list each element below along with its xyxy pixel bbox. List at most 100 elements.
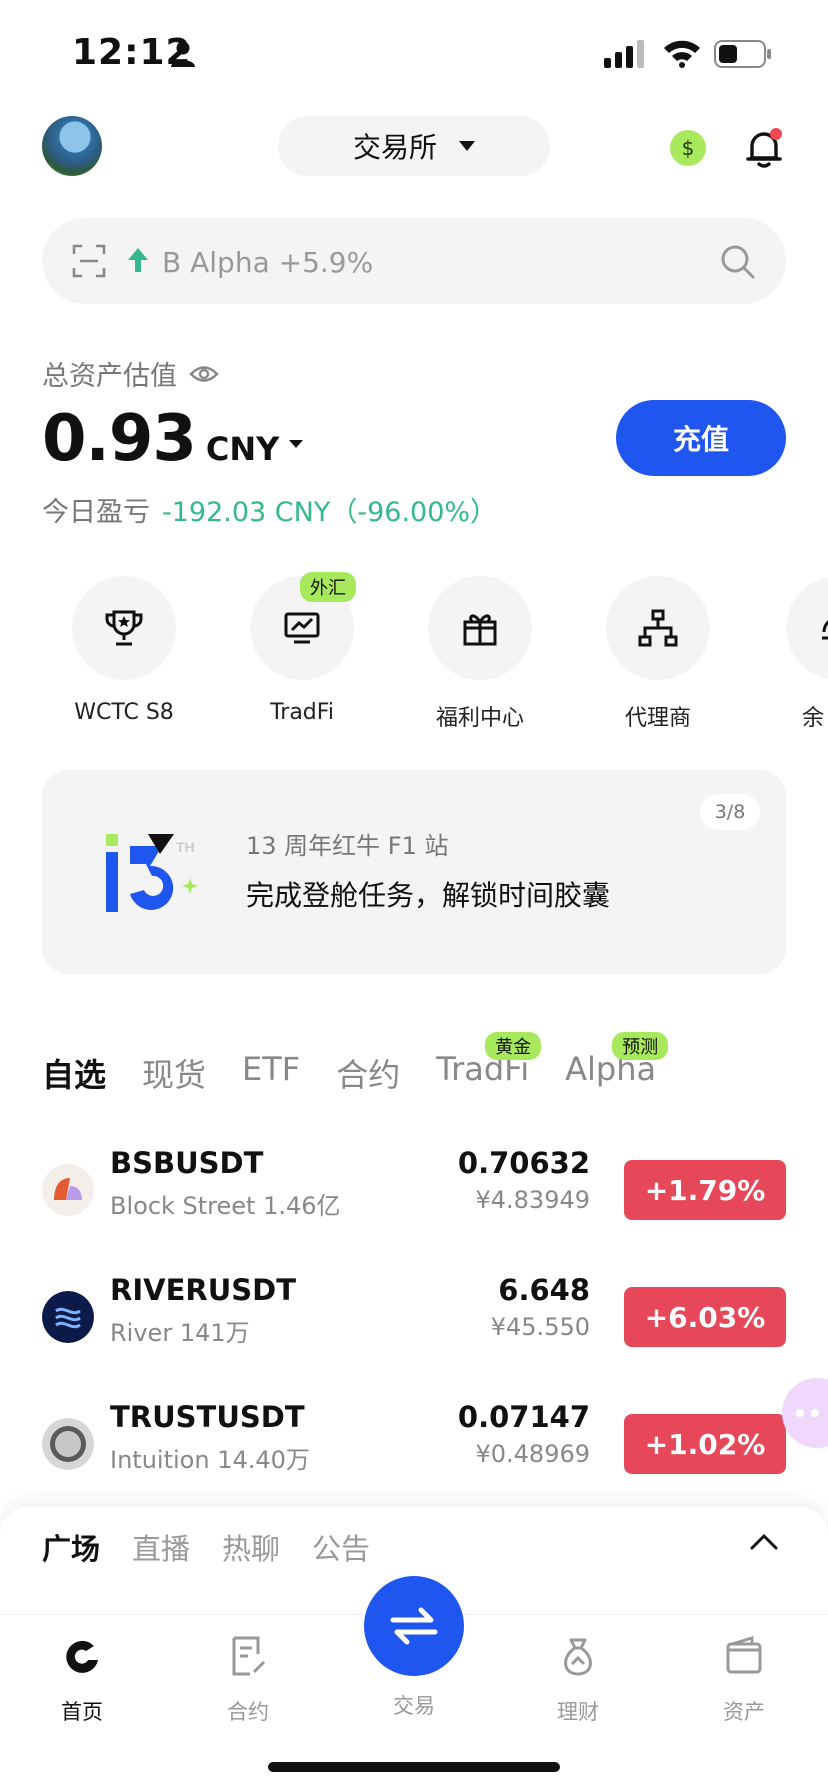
coin-name: Block Street — [110, 1192, 256, 1220]
home-indicator — [268, 1762, 560, 1772]
fiat-price: ¥4.83949 — [475, 1186, 590, 1214]
river-coin-icon — [42, 1291, 94, 1343]
fiat-price: ¥45.550 — [490, 1313, 590, 1341]
tab-square[interactable]: 广场 — [42, 1526, 100, 1568]
person-icon — [171, 41, 195, 67]
today-pnl: 今日盈亏 -192.03 CNY（-96.00%） — [42, 490, 497, 529]
nav-home[interactable]: 首页 — [22, 1634, 142, 1726]
banner-pager: 3/8 — [700, 794, 760, 830]
nav-finance[interactable]: 理财 — [518, 1634, 638, 1726]
cellular-signal-icon — [604, 40, 644, 68]
chevron-down-icon — [459, 141, 475, 151]
bsb-coin-icon — [42, 1164, 94, 1216]
exchange-label: 交易所 — [352, 131, 437, 164]
chat-bubble-icon[interactable] — [782, 1378, 828, 1448]
dollar-icon[interactable]: $ — [670, 130, 706, 166]
tab-etf[interactable]: ETF — [242, 1050, 300, 1096]
assets-label-text: 总资产估值 — [42, 361, 177, 392]
pair-sub: River 141万 — [110, 1313, 250, 1348]
last-price: 0.07147 — [457, 1400, 590, 1434]
tab-favorites[interactable]: 自选 — [42, 1050, 106, 1096]
deposit-button[interactable]: 充值 — [616, 400, 786, 476]
coin-volume: 1.46亿 — [263, 1192, 341, 1220]
trend-up-icon — [128, 248, 148, 272]
shortcut-label: WCTC S8 — [74, 700, 174, 725]
search-bar[interactable] — [42, 218, 786, 304]
nav-contract[interactable]: 合约 — [188, 1634, 308, 1726]
market-tabs: 自选 现货 ETF 合约 TradFi 黄金 Alpha 预测 — [42, 1032, 669, 1096]
coin-volume: 141万 — [179, 1319, 250, 1347]
trophy-icon — [105, 610, 143, 646]
shortcut-label: 代理商 — [624, 706, 691, 731]
exchange-switch[interactable]: 交易所 — [278, 116, 550, 176]
nav-assets[interactable]: 资产 — [684, 1634, 804, 1726]
nav-trade-label-wrap[interactable]: 交易 — [354, 1690, 474, 1720]
contract-icon — [232, 1636, 266, 1676]
tab-hot-chat[interactable]: 热聊 — [222, 1526, 280, 1568]
shortcut-partial[interactable]: 余 — [766, 576, 828, 732]
pair-symbol: BSBUSDT — [110, 1146, 264, 1180]
shortcut-tradfi[interactable]: 外汇 TradFi — [232, 572, 372, 725]
swap-icon — [390, 1607, 438, 1645]
last-price: 6.648 — [498, 1273, 590, 1307]
tab-badge-gold: 黄金 — [485, 1032, 542, 1060]
scan-icon[interactable] — [72, 244, 106, 278]
feed-tabs: 广场 直播 热聊 公告 — [42, 1526, 370, 1568]
org-chart-icon — [638, 609, 678, 647]
change-badge[interactable]: +1.02% — [624, 1414, 786, 1474]
bell-icon[interactable] — [744, 126, 784, 170]
home-icon — [66, 1640, 98, 1673]
avatar[interactable] — [42, 116, 102, 176]
market-row[interactable]: TRUSTUSDT Intuition 14.40万 0.07147 ¥0.48… — [42, 1398, 786, 1488]
tab-announcements[interactable]: 公告 — [312, 1526, 370, 1568]
shortcut-agent[interactable]: 代理商 — [588, 576, 728, 732]
coin-volume: 14.40万 — [217, 1446, 310, 1474]
search-icon[interactable] — [720, 244, 756, 280]
trade-button[interactable] — [364, 1576, 464, 1676]
eye-icon[interactable] — [189, 363, 219, 385]
balance-value: 0.93 — [42, 402, 197, 476]
shortcut-wctc[interactable]: WCTC S8 — [54, 576, 194, 725]
wallet-icon — [726, 1635, 762, 1674]
pair-sub: Block Street 1.46亿 — [110, 1186, 341, 1221]
shortcut-label: TradFi — [270, 700, 334, 725]
shortcut-label: 余 — [802, 706, 825, 731]
market-row[interactable]: RIVERUSDT River 141万 6.648 ¥45.550 +6.03… — [42, 1271, 786, 1361]
tab-futures[interactable]: 合约 — [336, 1050, 400, 1096]
shortcut-badge: 外汇 — [300, 572, 356, 602]
nav-label: 交易 — [393, 1694, 435, 1718]
coin-name: Intuition — [110, 1446, 210, 1474]
wifi-icon — [664, 40, 700, 68]
nav-label: 资产 — [723, 1700, 765, 1724]
nav-label: 合约 — [227, 1700, 269, 1724]
tab-live[interactable]: 直播 — [132, 1526, 190, 1568]
balance-unit[interactable]: CNY — [206, 430, 279, 468]
change-badge[interactable]: +1.79% — [624, 1160, 786, 1220]
search-hint: B Alpha +5.9% — [162, 246, 374, 279]
battery-icon — [714, 40, 771, 68]
nav-label: 首页 — [61, 1700, 103, 1724]
coin-name: River — [110, 1319, 173, 1347]
pair-sub: Intuition 14.40万 — [110, 1440, 310, 1475]
partial-icon — [822, 620, 828, 640]
shortcut-label: 福利中心 — [435, 706, 524, 731]
shortcut-rewards[interactable]: 福利中心 — [410, 576, 550, 732]
gift-icon — [463, 614, 497, 646]
balance: 0.93 CNY — [42, 402, 304, 476]
tab-alpha[interactable]: Alpha 预测 — [565, 1032, 669, 1096]
banner-subtitle: 13 周年红牛 F1 站 — [246, 832, 449, 860]
change-badge[interactable]: +6.03% — [624, 1287, 786, 1347]
caret-down-icon[interactable] — [289, 440, 304, 448]
tab-spot[interactable]: 现货 — [142, 1050, 206, 1096]
nav-label: 理财 — [557, 1700, 599, 1724]
tab-tradfi[interactable]: TradFi 黄金 — [436, 1032, 542, 1096]
pnl-value: -192.03 CNY（-96.00%） — [162, 497, 498, 528]
market-row[interactable]: BSBUSDT Block Street 1.46亿 0.70632 ¥4.83… — [42, 1144, 786, 1234]
chart-monitor-icon — [284, 612, 320, 644]
money-bag-icon — [564, 1638, 592, 1676]
pair-symbol: TRUSTUSDT — [110, 1400, 305, 1434]
chevron-up-icon[interactable] — [748, 1530, 780, 1554]
tab-badge-prediction: 预测 — [612, 1032, 669, 1060]
banner-title: 完成登舱任务，解锁时间胶囊 — [246, 879, 611, 912]
fiat-price: ¥0.48969 — [475, 1440, 590, 1468]
